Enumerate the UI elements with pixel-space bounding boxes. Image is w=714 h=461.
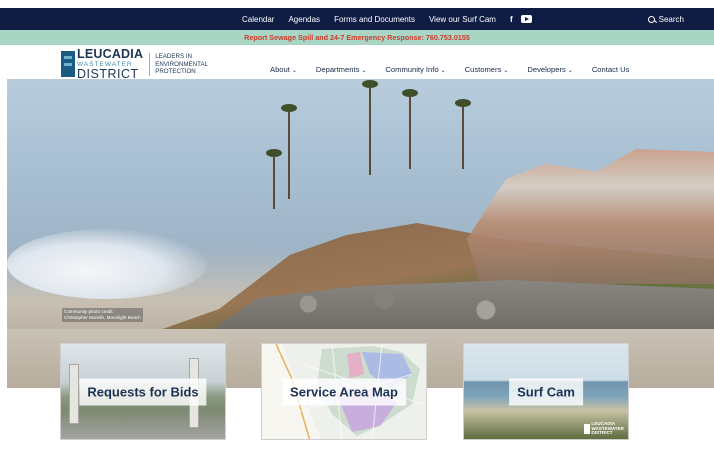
facebook-icon[interactable]: f (510, 15, 513, 24)
chevron-down-icon: ⌄ (567, 68, 573, 74)
surf-logo-line-3: DISTRICT (591, 430, 613, 436)
nav-label: Contact Us (591, 65, 630, 74)
nav-label: Departments (315, 65, 360, 74)
search-icon (647, 15, 655, 23)
youtube-icon[interactable] (520, 15, 532, 23)
surf-cam-logo: LEUCADIA WASTEWATER DISTRICT (584, 422, 624, 436)
search-button[interactable]: Search (647, 8, 684, 30)
hero-houses (467, 149, 714, 284)
palm-tree (455, 99, 471, 169)
nav-label: Customers (464, 65, 502, 74)
tagline-line-2: ENVIRONMENTAL (155, 60, 209, 68)
nav-label: Developers (527, 65, 566, 74)
calendar-link[interactable]: Calendar (242, 15, 274, 24)
logo-line-1: LEUCADIA (77, 47, 144, 61)
photo-credit-line-2: Christopher Morello, Moonlight Beach (64, 315, 141, 320)
card-label: Requests for Bids (79, 378, 207, 405)
tagline-line-1: LEADERS IN (155, 53, 192, 60)
nav-item-developers[interactable]: Developers ⌄ (527, 65, 572, 74)
hero-cloud (7, 229, 207, 299)
utility-bar: Calendar Agendas Forms and Documents Vie… (0, 8, 714, 30)
palm-tree (362, 80, 378, 175)
logo-mark-icon (61, 51, 75, 78)
surf-cam-card[interactable]: Surf Cam LEUCADIA WASTEWATER DISTRICT (463, 343, 629, 440)
card-photo-detail (69, 364, 79, 424)
nav-label: Community Info (385, 65, 439, 74)
hero-image: Community photo credit: Christopher More… (7, 79, 714, 388)
nav-label: About (270, 65, 290, 74)
nav-item-community-info[interactable]: Community Info ⌄ (385, 65, 445, 74)
emergency-alert-bar[interactable]: Report Sewage Spill and 24-7 Emergency R… (0, 30, 714, 45)
agendas-link[interactable]: Agendas (288, 15, 320, 24)
nav-item-contact-us[interactable]: Contact Us (592, 65, 630, 74)
main-nav: About ⌄ Departments ⌄ Community Info ⌄ Cust… (270, 65, 629, 74)
card-label: Service Area Map (282, 378, 406, 405)
forms-documents-link[interactable]: Forms and Documents (334, 15, 415, 24)
social-links: f (510, 15, 532, 24)
utility-links: Calendar Agendas Forms and Documents Vie… (242, 8, 532, 30)
page: Calendar Agendas Forms and Documents Vie… (0, 0, 714, 461)
nav-item-customers[interactable]: Customers ⌄ (465, 65, 509, 74)
logo-mark-icon (584, 424, 591, 435)
logo-tagline: LEADERS IN ENVIRONMENTAL PROTECTION (149, 53, 208, 76)
site-header: LEUCADIA WASTEWATER DISTRICT LEADERS IN … (0, 45, 714, 81)
nav-item-about[interactable]: About ⌄ (270, 65, 297, 74)
photo-credit: Community photo credit: Christopher More… (62, 308, 143, 322)
palm-tree (281, 104, 297, 199)
card-label: Surf Cam (509, 378, 583, 405)
chevron-down-icon: ⌄ (440, 68, 446, 74)
palm-tree (266, 149, 282, 209)
palm-tree (402, 89, 418, 169)
requests-for-bids-card[interactable]: Requests for Bids (60, 343, 226, 440)
nav-item-departments[interactable]: Departments ⌄ (316, 65, 367, 74)
site-logo[interactable]: LEUCADIA WASTEWATER DISTRICT LEADERS IN … (61, 48, 208, 81)
logo-wordmark: LEUCADIA WASTEWATER DISTRICT (77, 48, 143, 81)
chevron-down-icon: ⌄ (503, 68, 509, 74)
surf-logo-text: LEUCADIA WASTEWATER DISTRICT (591, 422, 624, 436)
chevron-down-icon: ⌄ (361, 68, 367, 74)
tagline-line-3: PROTECTION (155, 68, 196, 75)
chevron-down-icon: ⌄ (291, 68, 297, 74)
service-area-map-card[interactable]: Service Area Map (261, 343, 427, 440)
emergency-alert-text[interactable]: Report Sewage Spill and 24-7 Emergency R… (244, 33, 470, 42)
surf-cam-link[interactable]: View our Surf Cam (429, 15, 496, 24)
search-label: Search (658, 14, 684, 24)
